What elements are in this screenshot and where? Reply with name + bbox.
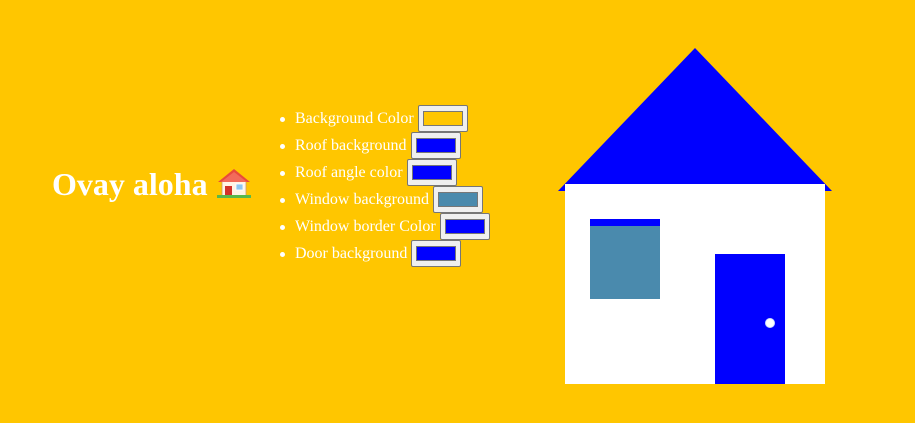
color-controls-list: Background Color Roof background Roof an… (277, 105, 490, 267)
window-border-color-picker[interactable] (439, 213, 490, 240)
color-swatch (415, 138, 456, 153)
door-knob (765, 318, 775, 328)
control-label: Roof background (295, 136, 407, 154)
roof-background-picker[interactable] (410, 132, 461, 159)
control-label: Roof angle color (295, 163, 403, 181)
background-color-picker[interactable] (417, 105, 468, 132)
control-roof-angle-color: Roof angle color (277, 159, 490, 186)
page-title-text: Ovay aloha (52, 166, 208, 202)
color-swatch (438, 192, 478, 207)
control-background-color: Background Color (277, 105, 490, 132)
page-title: Ovay aloha (52, 164, 252, 204)
control-roof-background: Roof background (277, 132, 490, 159)
house-window (590, 219, 660, 299)
control-label: Window background (295, 190, 429, 208)
window-background-picker[interactable] (433, 186, 483, 213)
house-illustration (558, 48, 832, 384)
color-swatch (411, 165, 452, 180)
control-label: Background Color (295, 109, 414, 127)
color-swatch (444, 219, 485, 234)
control-window-background: Window background (277, 186, 490, 213)
control-label: Window border Color (295, 217, 436, 235)
control-label: Door background (295, 244, 408, 262)
house-roof (558, 48, 832, 191)
control-door-background: Door background (277, 240, 490, 267)
house-with-garden-icon (216, 167, 252, 199)
roof-angle-color-picker[interactable] (406, 159, 457, 186)
house-walls (565, 184, 825, 384)
control-window-border-color: Window border Color (277, 213, 490, 240)
color-swatch (416, 246, 457, 261)
door-background-picker[interactable] (411, 240, 462, 267)
color-swatch (422, 111, 463, 126)
house-door (715, 254, 785, 384)
